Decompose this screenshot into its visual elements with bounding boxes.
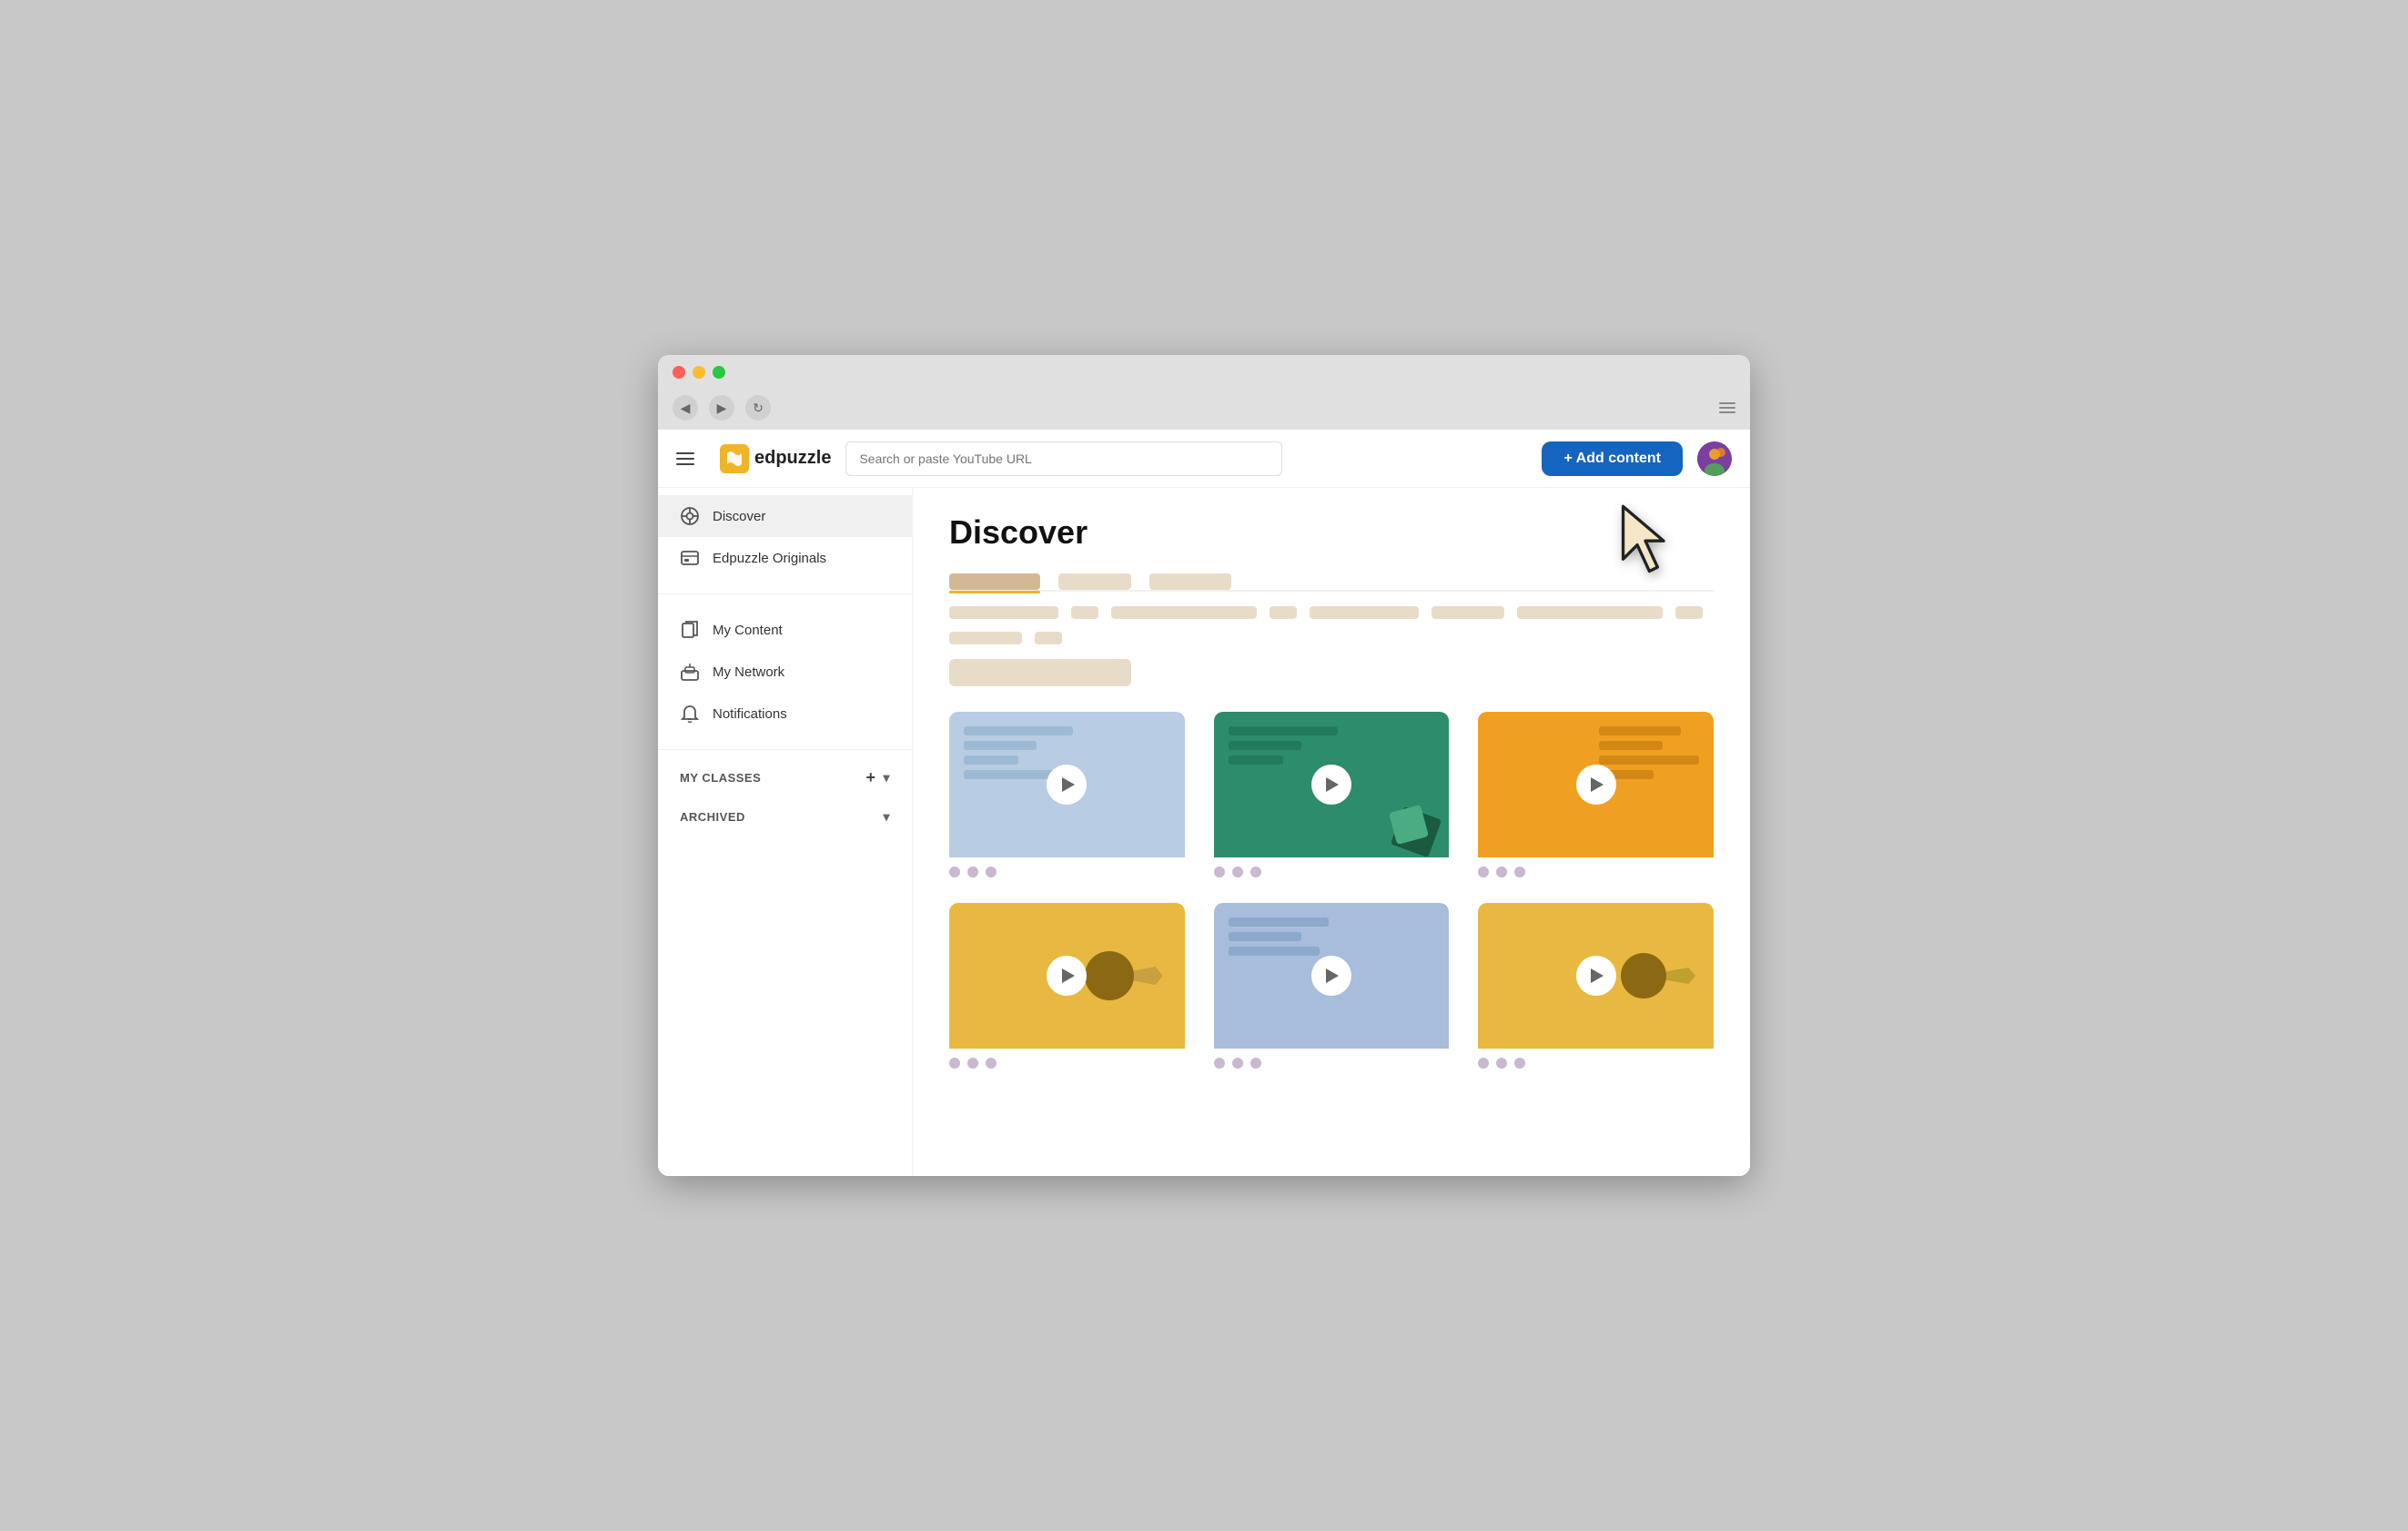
archived-expand[interactable]: ▾ — [883, 809, 890, 825]
sidebar-item-discover-label: Discover — [713, 509, 765, 524]
filter-3 — [1111, 606, 1257, 619]
browser-menu-icon[interactable] — [1719, 402, 1735, 413]
play-button-3[interactable] — [1576, 765, 1616, 805]
browser-toolbar: ◀ ▶ ↻ — [673, 388, 1735, 430]
avatar-icon — [1697, 441, 1732, 476]
search-input[interactable] — [845, 441, 1282, 476]
logo-icon — [720, 444, 749, 473]
hamburger-button[interactable] — [676, 444, 705, 473]
sidebar-item-my-content-label: My Content — [713, 623, 783, 638]
tab-2[interactable] — [1058, 573, 1131, 590]
filter-1 — [949, 606, 1058, 619]
archived-label: ARCHIVED — [680, 810, 745, 824]
thumb-lines-5 — [1229, 918, 1329, 956]
tab-active[interactable] — [949, 573, 1040, 590]
filter-7 — [1517, 606, 1663, 619]
sidebar-content-section: My Content My Network — [658, 602, 912, 742]
card-dots-6 — [1478, 1049, 1714, 1072]
top-bar: edpuzzle + Add content — [658, 430, 1750, 488]
tabs-row — [949, 573, 1714, 592]
sidebar: Discover Edpuzzle Originals — [658, 430, 913, 1176]
video-grid-row2 — [949, 903, 1714, 1072]
video-card-5[interactable] — [1214, 903, 1450, 1072]
filter-10 — [1035, 632, 1062, 644]
browser-chrome: ◀ ▶ ↻ — [658, 355, 1750, 430]
mascot-4 — [1085, 951, 1163, 1000]
filter-4 — [1270, 606, 1297, 619]
sidebar-archived[interactable]: ARCHIVED ▾ — [658, 798, 912, 836]
skeleton-block — [949, 659, 1131, 686]
play-button-1[interactable] — [1047, 765, 1087, 805]
page-title: Discover — [949, 513, 1714, 552]
chevron-down-icon[interactable]: ▾ — [883, 770, 890, 786]
my-network-icon — [680, 662, 700, 682]
video-thumbnail-5 — [1214, 903, 1450, 1049]
logo[interactable]: edpuzzle — [720, 444, 831, 473]
sidebar-item-notifications-label: Notifications — [713, 706, 787, 722]
sidebar-my-classes[interactable]: MY CLASSES + ▾ — [658, 757, 912, 798]
discover-icon — [680, 506, 700, 526]
traffic-lights — [673, 366, 1735, 379]
video-card-1[interactable] — [949, 712, 1185, 881]
filter-6 — [1432, 606, 1504, 619]
filter-5 — [1310, 606, 1419, 619]
my-classes-label: MY CLASSES — [680, 771, 761, 785]
video-card-4[interactable] — [949, 903, 1185, 1072]
sidebar-item-my-network-label: My Network — [713, 664, 784, 680]
minimize-button[interactable] — [693, 366, 705, 379]
play-button-6[interactable] — [1576, 956, 1616, 996]
sidebar-item-originals-label: Edpuzzle Originals — [713, 551, 826, 566]
play-button-4[interactable] — [1047, 956, 1087, 996]
video-thumbnail-2 — [1214, 712, 1450, 857]
filter-9 — [949, 632, 1022, 644]
video-thumbnail-1 — [949, 712, 1185, 857]
card-dots-5 — [1214, 1049, 1450, 1072]
video-thumbnail-6 — [1478, 903, 1714, 1049]
sidebar-item-notifications[interactable]: Notifications — [658, 693, 912, 735]
video-card-3[interactable] — [1478, 712, 1714, 881]
refresh-button[interactable]: ↻ — [745, 395, 771, 421]
play-button-5[interactable] — [1311, 956, 1351, 996]
add-class-icon[interactable]: + — [865, 768, 875, 787]
sidebar-item-my-content[interactable]: My Content — [658, 609, 912, 651]
forward-button[interactable]: ▶ — [709, 395, 734, 421]
app-content: edpuzzle + Add content — [658, 430, 1750, 1176]
video-grid-row1 — [949, 712, 1714, 881]
play-button-2[interactable] — [1311, 765, 1351, 805]
card-dots-3 — [1478, 857, 1714, 881]
mascot-6 — [1621, 953, 1695, 999]
card-dots-4 — [949, 1049, 1185, 1072]
my-content-icon — [680, 620, 700, 640]
avatar[interactable] — [1697, 441, 1732, 476]
browser-window: ◀ ▶ ↻ edpuzzle + Add content — [658, 355, 1750, 1176]
filter-2 — [1071, 606, 1098, 619]
filter-row — [949, 606, 1714, 644]
originals-icon — [680, 548, 700, 568]
video-card-6[interactable] — [1478, 903, 1714, 1072]
sidebar-item-edpuzzle-originals[interactable]: Edpuzzle Originals — [658, 537, 912, 579]
close-button[interactable] — [673, 366, 685, 379]
card-dots-2 — [1214, 857, 1450, 881]
sidebar-item-discover[interactable]: Discover — [658, 495, 912, 537]
video-thumbnail-3 — [1478, 712, 1714, 857]
archived-chevron-icon[interactable]: ▾ — [883, 809, 890, 825]
sidebar-divider-1 — [658, 593, 912, 594]
thumb-lines-2 — [1229, 726, 1338, 765]
tab-3[interactable] — [1149, 573, 1231, 590]
maximize-button[interactable] — [713, 366, 725, 379]
thumb-lines-3 — [1599, 726, 1699, 779]
notifications-icon — [680, 704, 700, 724]
video-card-2[interactable] — [1214, 712, 1450, 881]
sidebar-divider-2 — [658, 749, 912, 750]
back-button[interactable]: ◀ — [673, 395, 698, 421]
filter-8 — [1675, 606, 1703, 619]
main-content: Discover — [913, 430, 1750, 1176]
sidebar-item-my-network[interactable]: My Network — [658, 651, 912, 693]
logo-text: edpuzzle — [754, 448, 831, 469]
card-dots-1 — [949, 857, 1185, 881]
my-classes-expand[interactable]: + ▾ — [865, 768, 890, 787]
add-content-button[interactable]: + Add content — [1542, 441, 1683, 476]
sidebar-nav-section: Discover Edpuzzle Originals — [658, 488, 912, 586]
video-thumbnail-4 — [949, 903, 1185, 1049]
